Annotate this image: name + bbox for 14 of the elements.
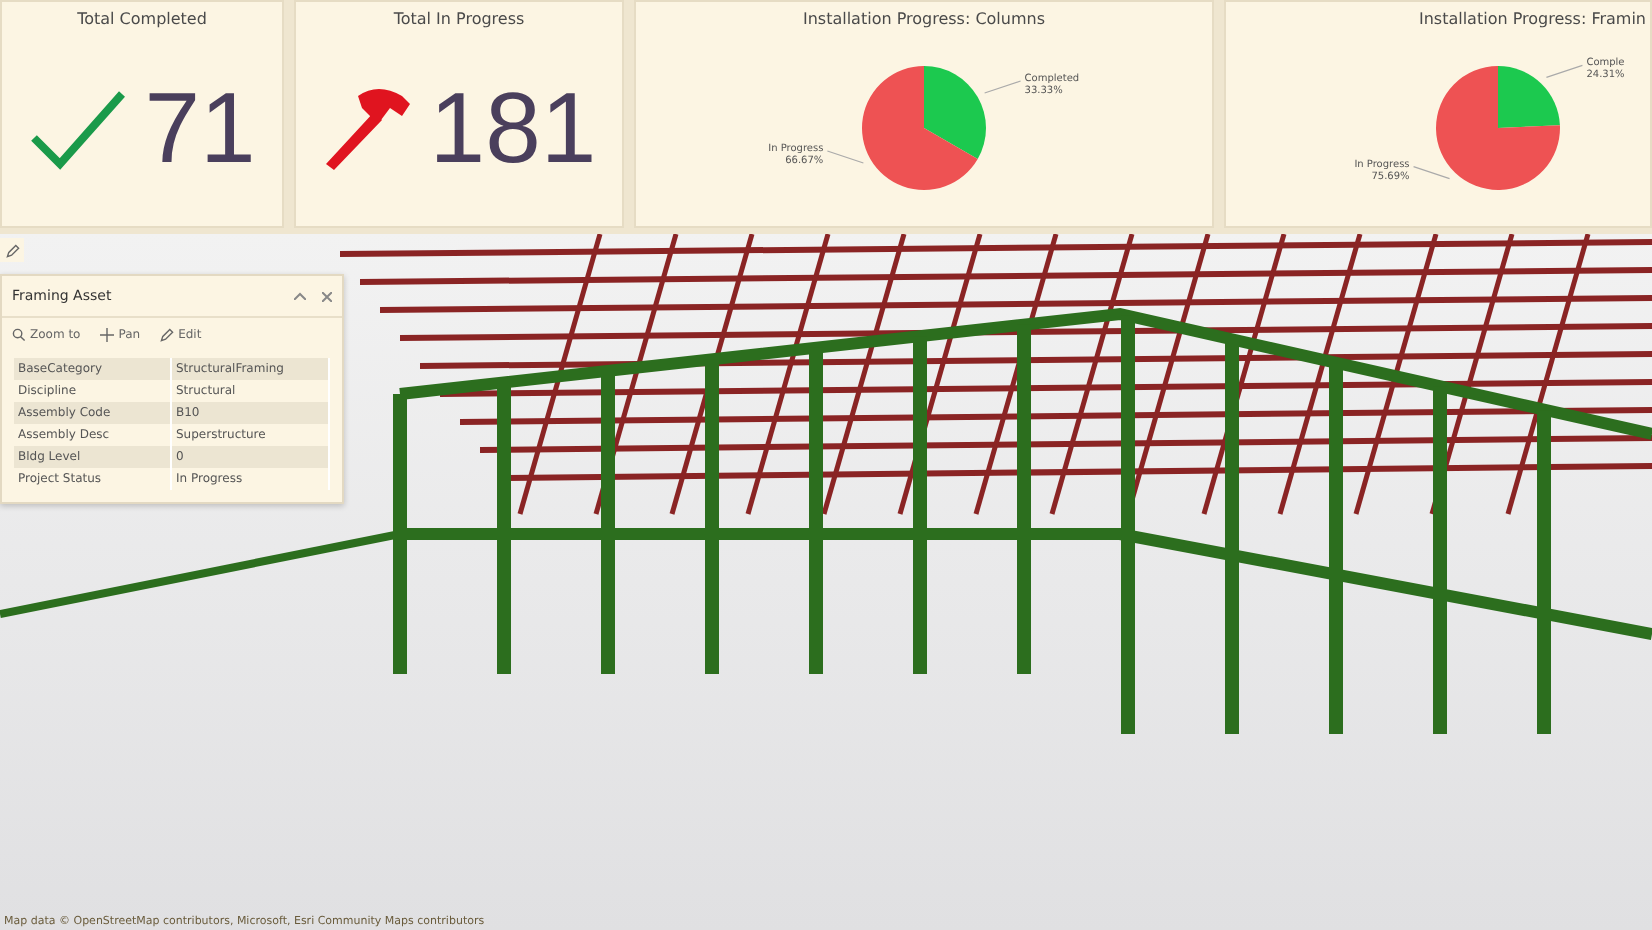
zoom-icon — [12, 328, 26, 342]
chevron-up-icon[interactable] — [294, 292, 306, 300]
move-icon — [100, 328, 115, 342]
card-title: Total Completed — [77, 10, 207, 28]
card-title: Total In Progress — [393, 10, 525, 28]
stat-value: 71 — [144, 69, 256, 185]
edit-button[interactable] — [0, 238, 24, 262]
card-title: Installation Progress: Framin — [1418, 10, 1646, 28]
pencil-icon — [5, 243, 19, 257]
pencil-icon — [160, 328, 175, 342]
hammer-icon — [321, 83, 414, 171]
card-title: Installation Progress: Columns — [802, 10, 1046, 28]
close-icon[interactable] — [322, 291, 332, 301]
stat-value: 181 — [429, 69, 597, 185]
